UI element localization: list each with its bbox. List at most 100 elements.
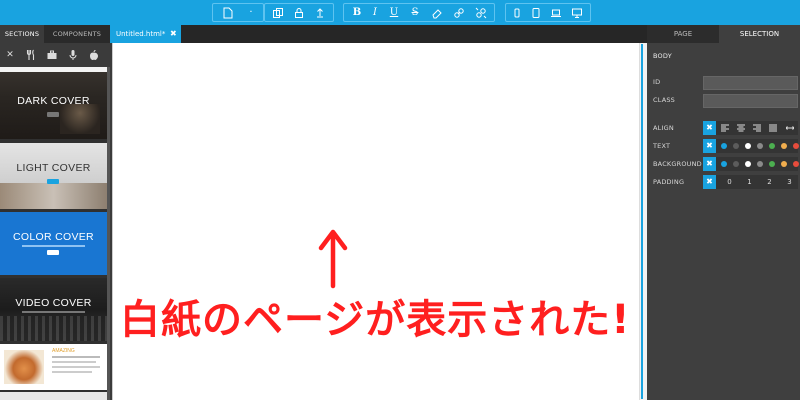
background-reset-button[interactable]: ✖ [703, 157, 716, 171]
align-center-icon[interactable] [737, 124, 745, 132]
link-icon[interactable] [452, 6, 466, 20]
padding-0-button[interactable]: 0 [723, 175, 736, 189]
underline-button[interactable]: U [387, 6, 401, 20]
id-label: ID [653, 78, 661, 86]
align-right-icon[interactable] [753, 124, 761, 132]
app-window: · B I U S SECTIONS COMPONENTS ✕ DARK COV… [0, 0, 800, 400]
thumb-title: VIDEO COVER [15, 297, 92, 309]
copy-icon[interactable] [271, 6, 285, 20]
left-scrollbar[interactable] [107, 67, 110, 400]
page-icon[interactable] [221, 6, 235, 20]
text-color-swatch[interactable] [781, 143, 787, 149]
background-color-swatch[interactable] [781, 161, 787, 167]
thumb-title: COLOR COVER [13, 231, 94, 243]
thumb-button [47, 250, 59, 255]
align-reset-button[interactable]: ✖ [703, 121, 716, 135]
laptop-icon[interactable] [549, 6, 563, 20]
section-filter-bar: ✕ [0, 43, 110, 67]
tab-label: Untitled.html* [116, 30, 166, 38]
editor-tab-bar: Untitled.html* ✖ [110, 25, 647, 43]
text-color-label: TEXT [653, 142, 671, 150]
align-left-icon[interactable] [721, 124, 729, 132]
align-label: ALIGN [653, 124, 674, 132]
background-color-label: BACKGROUND [653, 160, 702, 168]
dash-icon[interactable]: · [244, 6, 258, 20]
align-row: ✖ [703, 121, 798, 135]
left-panel: SECTIONS COMPONENTS ✕ DARK COVER LIGHT C… [0, 25, 110, 400]
text-color-swatch[interactable] [733, 143, 739, 149]
thumbnail-video-cover[interactable]: VIDEO COVER [0, 278, 107, 341]
export-icon[interactable] [313, 6, 327, 20]
briefcase-icon[interactable] [46, 49, 58, 61]
background-color-swatch[interactable] [733, 161, 739, 167]
padding-row: ✖ 0 1 2 3 [703, 175, 798, 189]
tab-selection[interactable]: SELECTION [719, 25, 800, 43]
thumb-line [52, 361, 96, 363]
desktop-icon[interactable] [570, 6, 584, 20]
thumbnail-color-cover[interactable]: COLOR COVER [0, 212, 107, 275]
thumb-photo [0, 316, 107, 341]
background-color-swatch[interactable] [721, 161, 727, 167]
tab-untitled-html[interactable]: Untitled.html* ✖ [110, 25, 181, 43]
cutlery-icon[interactable] [25, 49, 37, 61]
text-color-swatch[interactable] [793, 143, 799, 149]
padding-reset-button[interactable]: ✖ [703, 175, 716, 189]
text-color-swatch[interactable] [721, 143, 727, 149]
close-icon[interactable]: ✕ [4, 49, 16, 61]
tab-sections[interactable]: SECTIONS [0, 25, 44, 43]
edit-group [264, 3, 334, 22]
file-group: · [212, 3, 264, 22]
thumb-navbar [0, 67, 107, 72]
device-group [505, 3, 591, 22]
class-label: CLASS [653, 96, 676, 104]
align-justify-icon[interactable] [769, 124, 777, 132]
selected-element-name: BODY [653, 52, 672, 60]
background-color-swatch[interactable] [793, 161, 799, 167]
thumb-button [47, 179, 59, 184]
top-toolbar: · B I U S [0, 0, 800, 25]
thumbnail-light-cover[interactable]: LIGHT COVER [0, 143, 107, 209]
text-color-row: ✖ [703, 139, 799, 153]
up-arrow-icon [316, 228, 350, 290]
apple-icon[interactable] [88, 49, 100, 61]
padding-1-button[interactable]: 1 [743, 175, 756, 189]
thumb-title: LIGHT COVER [16, 162, 91, 174]
bold-button[interactable]: B [350, 6, 364, 20]
tab-page[interactable]: PAGE [647, 25, 719, 43]
annotation-caption: 白紙のページが表示された! [120, 297, 631, 343]
background-color-swatch[interactable] [769, 161, 775, 167]
id-input[interactable] [703, 76, 798, 90]
align-stretch-icon[interactable] [786, 124, 794, 132]
italic-button[interactable]: I [368, 6, 382, 20]
phone-icon[interactable] [510, 6, 524, 20]
background-color-row: ✖ [703, 157, 799, 171]
background-color-swatch[interactable] [745, 161, 751, 167]
left-tabs: SECTIONS COMPONENTS [0, 25, 110, 43]
thumbnail-dark-cover[interactable]: DARK COVER [0, 67, 107, 139]
unlink-icon[interactable] [474, 6, 488, 20]
tab-components[interactable]: COMPONENTS [44, 25, 110, 43]
lock-icon[interactable] [292, 6, 306, 20]
text-color-swatch[interactable] [757, 143, 763, 149]
text-color-swatch[interactable] [769, 143, 775, 149]
text-color-reset-button[interactable]: ✖ [703, 139, 716, 153]
padding-label: PADDING [653, 178, 685, 186]
section-thumbnails: DARK COVER LIGHT COVER COLOR COVER VIDEO… [0, 67, 107, 400]
thumbnail-next[interactable] [0, 392, 107, 400]
thumb-subtitle [22, 245, 85, 247]
eraser-icon[interactable] [430, 6, 444, 20]
strikethrough-button[interactable]: S [408, 6, 422, 20]
thumb-button [47, 112, 59, 117]
tablet-icon[interactable] [529, 6, 543, 20]
class-input[interactable] [703, 94, 798, 108]
right-tabs: PAGE SELECTION [647, 25, 800, 43]
thumbnail-food[interactable]: AMAZING [0, 344, 107, 390]
text-color-swatch[interactable] [745, 143, 751, 149]
microphone-icon[interactable] [67, 49, 79, 61]
thumb-line [52, 366, 100, 368]
padding-2-button[interactable]: 2 [763, 175, 776, 189]
padding-3-button[interactable]: 3 [783, 175, 796, 189]
background-color-swatch[interactable] [757, 161, 763, 167]
page-canvas[interactable] [112, 43, 639, 400]
close-tab-icon[interactable]: ✖ [170, 25, 177, 43]
